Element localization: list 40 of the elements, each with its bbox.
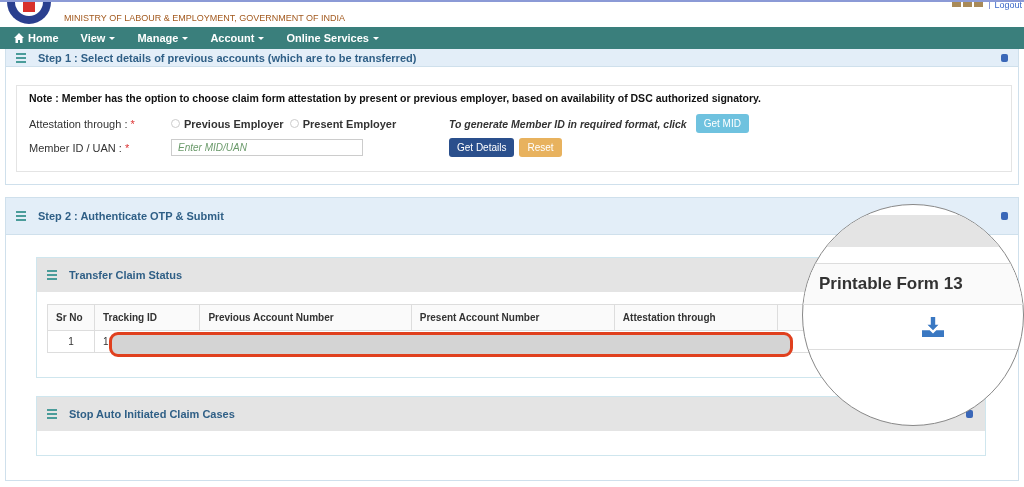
table-cell: 1 [103,336,109,347]
download-icon[interactable] [922,317,944,337]
column-header: Tracking ID [94,304,200,331]
caret-icon [258,36,265,40]
home-icon [14,33,24,43]
action-button[interactable]: Get Details [449,138,515,157]
panel-title: Step 2 : Authenticate OTP & Submit [38,210,224,222]
column-header: Sr No [47,304,95,331]
menu-icon[interactable] [16,211,26,221]
member-id-field[interactable]: Enter MID/UAN [171,139,363,156]
nav-menu-item[interactable]: Manage [137,32,189,44]
logout-link[interactable]: Logout [989,2,1022,9]
caret-icon [182,36,189,40]
table-cell: 1 [47,330,95,353]
nav-menu-item[interactable]: Online Services [286,32,379,44]
column-header: Attestation through [614,304,778,331]
panel-title: Step 1 : Select details of previous accounts (which are to be transferred) [38,51,417,64]
menu-icon[interactable] [47,270,57,280]
collapse-icon[interactable] [1001,53,1008,62]
nav-menu-item[interactable]: Account [210,32,265,44]
column-header: Previous Account Number [199,304,412,331]
nav-menu-item[interactable]: View [80,32,116,44]
note-text: Note : Member has the option to choose claim form attestation by present or previous employer, based on availability of DSC authorized signatory. [29,92,763,104]
panel-title: Stop Auto Initiated Claim Cases [69,408,235,420]
hint-text: To generate Member ID in required format, click [449,117,687,130]
menu-icon[interactable] [16,52,26,63]
field-label: Member ID / UAN : * [29,141,131,154]
collapse-icon[interactable] [966,410,973,418]
radio-option[interactable]: Present Employer [289,117,397,130]
collapse-icon[interactable] [1001,212,1008,220]
column-header: Present Account Number [411,304,615,331]
caret-icon [372,36,379,40]
panel-title: Transfer Claim Status [69,269,183,281]
nav-menu-item[interactable]: Home [14,32,59,44]
column-header: Printable Form 13 [803,263,1023,305]
menu-icon[interactable] [47,409,57,419]
caret-icon [109,36,116,40]
radio-option[interactable]: Previous Employer [171,117,284,130]
ministry-title: MINISTRY OF LABOUR & EMPLOYMENT, GOVERNMENT OF INDIA [64,12,346,23]
field-label: Attestation through : * [29,117,136,130]
